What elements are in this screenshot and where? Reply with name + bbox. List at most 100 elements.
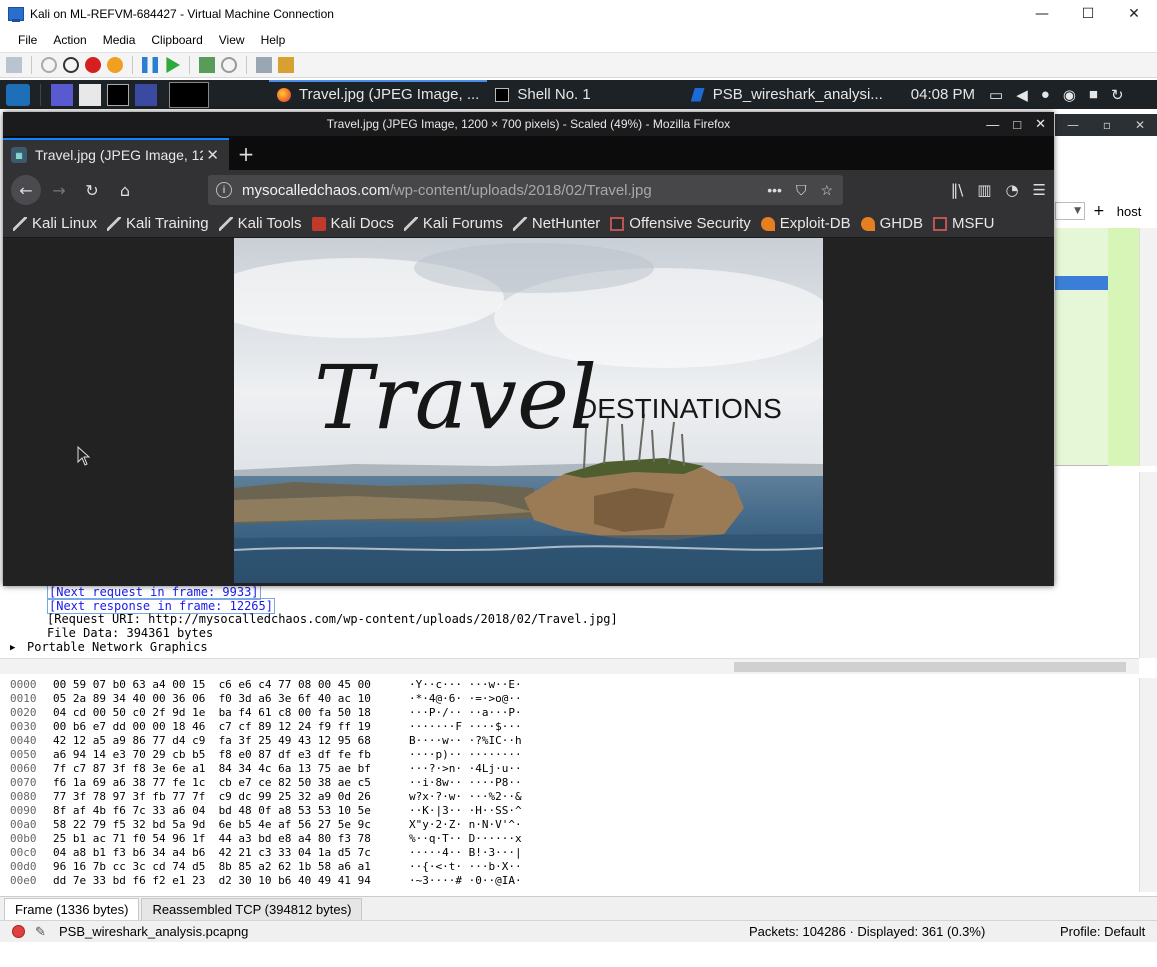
enhanced-session-icon[interactable] (256, 57, 272, 73)
volume-icon[interactable]: ◀ (1016, 86, 1028, 104)
bookmark-exploit-db[interactable]: Exploit-DB (760, 215, 851, 232)
hex-ascii[interactable]: %··q·T·· D······x (409, 832, 522, 846)
hex-row[interactable]: 0020 04 cd 00 50 c0 2f 9d 1e ba f4 61 c8 … (0, 706, 1139, 720)
hex-ascii[interactable]: B····w·· ·?%IC··h (409, 734, 522, 748)
power-icon[interactable]: ◉ (1063, 86, 1076, 104)
hex-row[interactable]: 0090 8f af 4b f6 7c 33 a6 04 bd 48 0f a8 … (0, 804, 1139, 818)
hex-bytes[interactable]: 77 3f 78 97 3f fb 77 7f c9 dc 99 25 32 a… (53, 790, 409, 804)
resume-icon[interactable] (166, 57, 180, 73)
start-icon[interactable] (41, 57, 57, 73)
wireshark-maximize-icon[interactable]: ▫ (1103, 118, 1111, 132)
hex-ascii[interactable]: ·······F ····$··· (409, 720, 522, 734)
png-tree-node[interactable]: Portable Network Graphics (27, 640, 208, 654)
packet-bytes-pane[interactable]: 0000 00 59 07 b0 63 a4 00 15 c6 e6 c4 77 … (0, 678, 1139, 892)
task-wireshark[interactable]: PSB_wireshark_analysi... (683, 80, 891, 109)
hex-ascii[interactable]: ·*·4@·6· ·=·>o@·· (409, 692, 522, 706)
packet-list-pane[interactable] (1055, 228, 1157, 466)
hex-ascii[interactable]: X"y·2·Z· n·N·V'^· (409, 818, 522, 832)
desktop-preview[interactable] (169, 81, 209, 108)
reload-icon[interactable]: ↻ (77, 175, 107, 205)
hex-row[interactable]: 0050 a6 94 14 e3 70 29 cb b5 f8 e0 87 df … (0, 748, 1139, 762)
filter-button-host[interactable]: host (1117, 204, 1142, 219)
terminal-launcher-icon[interactable] (107, 83, 129, 106)
hex-row[interactable]: 00d0 96 16 7b cc 3c cd 74 d5 8b 85 a2 62 … (0, 860, 1139, 874)
hex-bytes[interactable]: 04 cd 00 50 c0 2f 9d 1e ba f4 61 c8 00 f… (53, 706, 409, 720)
hex-bytes[interactable]: 8f af 4b f6 7c 33 a6 04 bd 48 0f a8 53 5… (53, 804, 409, 818)
panel-clock[interactable]: 04:08 PM (911, 86, 975, 103)
hex-ascii[interactable]: ··i·8w·· ····P8·· (409, 776, 522, 790)
screen-recorder-icon[interactable] (135, 83, 157, 106)
hex-bytes[interactable]: a6 94 14 e3 70 29 cb b5 f8 e0 87 df e3 d… (53, 748, 409, 762)
wireshark-close-icon[interactable]: ✕ (1135, 118, 1145, 132)
bookmark-kali-docs[interactable]: Kali Docs (311, 215, 394, 232)
hex-row[interactable]: 0070 f6 1a 69 a6 38 77 fe 1c cb e7 ce 82 … (0, 776, 1139, 790)
hex-ascii[interactable]: ··{·<·t· ···b·X·· (409, 860, 522, 874)
firefox-minimize-icon[interactable]: — (986, 117, 999, 132)
bookmark-ghdb[interactable]: GHDB (860, 215, 923, 232)
hex-ascii[interactable]: ···P·/·· ··a···P· (409, 706, 522, 720)
tab-frame[interactable]: Frame (1336 bytes) (4, 898, 140, 920)
capture-status-icon[interactable] (12, 925, 25, 938)
kali-menu-icon[interactable] (6, 83, 30, 106)
bookmark-star-icon[interactable]: ☆ (820, 182, 833, 199)
save-state-icon[interactable] (107, 57, 123, 73)
hex-bytes[interactable]: 25 b1 ac 71 f0 54 96 1f 44 a3 bd e8 a4 8… (53, 832, 409, 846)
firefox-close-icon[interactable]: ✕ (1035, 116, 1046, 132)
hex-ascii[interactable]: ··K·|3·· ·H··SS·^ (409, 804, 522, 818)
forward-arrow-icon[interactable]: → (44, 175, 74, 205)
checkpoint-icon[interactable] (199, 57, 215, 73)
home-icon[interactable]: ⌂ (110, 175, 140, 205)
ctrl-alt-del-icon[interactable] (6, 57, 22, 73)
hex-ascii[interactable]: w?x·?·w· ···%2··& (409, 790, 522, 804)
url-bar[interactable]: i mysocalledchaos.com/wp-content/uploads… (208, 175, 843, 205)
expand-arrow-icon[interactable]: ▶ (10, 641, 15, 655)
add-filter-button[interactable]: + (1093, 203, 1105, 219)
notification-bell-icon[interactable]: ● (1041, 86, 1050, 103)
hex-ascii[interactable]: ···?·>n· ·4Lj·u·· (409, 762, 522, 776)
menu-help[interactable]: Help (253, 33, 294, 47)
travel-image[interactable]: Travel DESTINATIONS (234, 238, 823, 583)
menu-action[interactable]: Action (45, 33, 94, 47)
account-icon[interactable]: ◔ (1005, 181, 1018, 199)
wireshark-minimize-icon[interactable]: — (1067, 118, 1079, 132)
turn-off-icon[interactable] (63, 57, 79, 73)
close-button[interactable]: ✕ (1111, 0, 1157, 28)
hex-bytes[interactable]: 00 59 07 b0 63 a4 00 15 c6 e6 c4 77 08 0… (53, 678, 409, 692)
file-manager-icon[interactable] (79, 83, 101, 106)
bookmark-kali-forums[interactable]: Kali Forums (403, 215, 503, 232)
bookmark-kali-tools[interactable]: Kali Tools (218, 215, 302, 232)
revert-icon[interactable] (221, 57, 237, 73)
hex-row[interactable]: 0080 77 3f 78 97 3f fb 77 7f c9 dc 99 25 … (0, 790, 1139, 804)
workspace-icon[interactable] (51, 83, 73, 106)
hex-row[interactable]: 0000 00 59 07 b0 63 a4 00 15 c6 e6 c4 77 … (0, 678, 1139, 692)
hex-bytes[interactable]: 04 a8 b1 f3 b6 34 a4 b6 42 21 c3 33 04 1… (53, 846, 409, 860)
request-uri-line[interactable]: [Request URI: http://mysocalledchaos.com… (47, 612, 618, 626)
file-data-line[interactable]: File Data: 394361 bytes (47, 626, 213, 640)
packet-details-pane[interactable]: [Next request in frame: 9933] [Next resp… (0, 580, 1139, 660)
menu-clipboard[interactable]: Clipboard (143, 33, 210, 47)
pause-icon[interactable] (142, 57, 158, 73)
edit-comment-icon[interactable]: ✎ (35, 924, 49, 939)
bytes-scrollbar[interactable] (1139, 678, 1157, 892)
refresh-icon[interactable]: ↻ (1111, 86, 1124, 104)
menu-file[interactable]: File (10, 33, 45, 47)
tab-close-icon[interactable]: ✕ (206, 146, 219, 164)
filter-dropdown-icon[interactable]: ▼ (1055, 202, 1085, 220)
menu-media[interactable]: Media (95, 33, 144, 47)
details-scrollbar[interactable] (1139, 472, 1157, 658)
hex-bytes[interactable]: 00 b6 e7 dd 00 00 18 46 c7 cf 89 12 24 f… (53, 720, 409, 734)
bookmark-offensive-security[interactable]: Offensive Security (610, 215, 751, 232)
tab-reassembled-tcp[interactable]: Reassembled TCP (394812 bytes) (141, 898, 363, 920)
task-firefox[interactable]: Travel.jpg (JPEG Image, ... (269, 80, 488, 109)
hex-bytes[interactable]: 58 22 79 f5 32 bd 5a 9d 6e b5 4e af 56 2… (53, 818, 409, 832)
bookmark-nethunter[interactable]: NetHunter (512, 215, 600, 232)
hex-bytes[interactable]: f6 1a 69 a6 38 77 fe 1c cb e7 ce 82 50 3… (53, 776, 409, 790)
share-icon[interactable] (278, 57, 294, 73)
hex-bytes[interactable]: 96 16 7b cc 3c cd 74 d5 8b 85 a2 62 1b 5… (53, 860, 409, 874)
hex-row[interactable]: 00b0 25 b1 ac 71 f0 54 96 1f 44 a3 bd e8 … (0, 832, 1139, 846)
firefox-maximize-icon[interactable]: □ (1013, 117, 1021, 132)
hex-row[interactable]: 0060 7f c7 87 3f f8 3e 6e a1 84 34 4c 6a … (0, 762, 1139, 776)
minimize-button[interactable]: — (1019, 0, 1065, 28)
bookmark-kali-linux[interactable]: Kali Linux (13, 215, 97, 232)
bookmark-kali-training[interactable]: Kali Training (107, 215, 209, 232)
